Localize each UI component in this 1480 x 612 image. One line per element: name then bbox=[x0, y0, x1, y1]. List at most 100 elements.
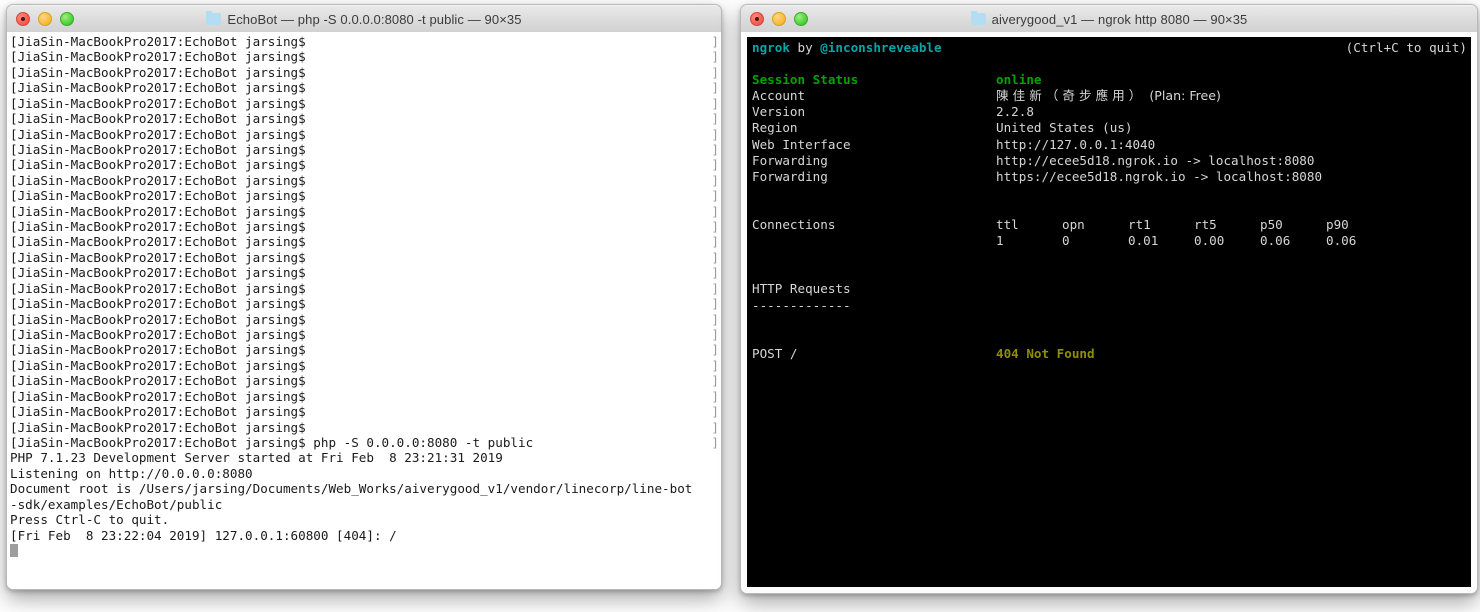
zoom-button[interactable] bbox=[60, 12, 74, 26]
minimize-button[interactable] bbox=[38, 12, 52, 26]
wrap-marker: ] bbox=[711, 280, 719, 296]
http-request-method-path: POST / bbox=[752, 345, 798, 361]
wrap-marker: ] bbox=[711, 265, 719, 281]
wrap-marker: ] bbox=[711, 111, 719, 127]
ngrok-status-label: Web Interface bbox=[752, 136, 851, 152]
terminal-output-line: [Fri Feb 8 23:22:04 2019] 127.0.0.1:6080… bbox=[10, 528, 721, 543]
wrap-marker: ] bbox=[711, 203, 719, 219]
window-title-echobot: EchoBot — php -S 0.0.0.0:8080 -t public … bbox=[227, 11, 522, 27]
connections-value: 0.06 bbox=[1260, 233, 1291, 249]
terminal-line-text: [JiaSin-MacBookPro2017:EchoBot jarsing$ bbox=[10, 373, 306, 389]
http-request-entry: POST / 404 Not Found bbox=[752, 346, 1471, 362]
wrap-marker: ] bbox=[711, 357, 719, 373]
connections-column-header: p90 bbox=[1326, 217, 1349, 233]
folder-icon bbox=[970, 11, 986, 25]
connections-value: 0.00 bbox=[1194, 233, 1225, 249]
terminal-line-text: [JiaSin-MacBookPro2017:EchoBot jarsing$ bbox=[10, 126, 306, 142]
http-requests-heading: HTTP Requests bbox=[752, 281, 1471, 297]
ngrok-status-label: Region bbox=[752, 120, 798, 136]
terminal-prompt-line: [JiaSin-MacBookPro2017:EchoBot jarsing$] bbox=[10, 49, 721, 64]
connections-column-header: rt5 bbox=[1194, 217, 1217, 233]
wrap-marker: ] bbox=[711, 64, 719, 80]
wrap-marker: ] bbox=[711, 249, 719, 265]
terminal-prompt-line: [JiaSin-MacBookPro2017:EchoBot jarsing$] bbox=[10, 188, 721, 203]
terminal-output-line: Listening on http://0.0.0.0:8080 bbox=[10, 466, 721, 481]
terminal-line-text: [JiaSin-MacBookPro2017:EchoBot jarsing$ bbox=[10, 188, 306, 204]
terminal-output-line: Press Ctrl-C to quit. bbox=[10, 512, 721, 527]
window-controls-echobot[interactable] bbox=[16, 12, 74, 26]
terminal-prompt-line: [JiaSin-MacBookPro2017:EchoBot jarsing$] bbox=[10, 250, 721, 265]
ngrok-status-value: 陳 佳 新 （ 奇 步 應 用 ） (Plan: Free) bbox=[996, 88, 1221, 104]
ngrok-status-row: Version 2.2.8 bbox=[752, 104, 1471, 120]
zoom-button[interactable] bbox=[794, 12, 808, 26]
ngrok-header: ngrok by @inconshreveable (Ctrl+C to quit… bbox=[752, 40, 1471, 56]
terminal-output-ngrok[interactable]: ngrok by @inconshreveable (Ctrl+C to quit… bbox=[747, 37, 1471, 587]
terminal-window-ngrok[interactable]: aiverygood_v1 — ngrok http 8080 — 90×35 … bbox=[740, 4, 1478, 594]
minimize-button[interactable] bbox=[772, 12, 786, 26]
terminal-line-text: [JiaSin-MacBookPro2017:EchoBot jarsing$ bbox=[10, 157, 306, 173]
terminal-line-text: [JiaSin-MacBookPro2017:EchoBot jarsing$ bbox=[10, 249, 306, 265]
connections-value: 1 bbox=[996, 233, 1004, 249]
titlebar-ngrok[interactable]: aiverygood_v1 — ngrok http 8080 — 90×35 bbox=[741, 5, 1477, 33]
close-button[interactable] bbox=[16, 12, 30, 26]
wrap-marker: ] bbox=[711, 49, 719, 65]
terminal-window-echobot[interactable]: EchoBot — php -S 0.0.0.0:8080 -t public … bbox=[6, 4, 722, 590]
quit-hint: (Ctrl+C to quit) bbox=[1345, 40, 1467, 55]
wrap-marker: ] bbox=[711, 126, 719, 142]
wrap-marker: ] bbox=[711, 388, 719, 404]
terminal-line-text: [JiaSin-MacBookPro2017:EchoBot jarsing$ bbox=[10, 342, 306, 358]
wrap-marker: ] bbox=[711, 327, 719, 343]
terminal-line-text: [JiaSin-MacBookPro2017:EchoBot jarsing$ bbox=[10, 111, 306, 127]
terminal-prompt-line: [JiaSin-MacBookPro2017:EchoBot jarsing$] bbox=[10, 157, 721, 172]
wrap-marker: ] bbox=[711, 141, 719, 157]
terminal-prompt-line: [JiaSin-MacBookPro2017:EchoBot jarsing$] bbox=[10, 173, 721, 188]
ngrok-status-row: Forwarding http://ecee5d18.ngrok.io -> lo… bbox=[752, 153, 1471, 169]
http-requests-underline: ------------- bbox=[752, 298, 1471, 314]
terminal-line-text: [JiaSin-MacBookPro2017:EchoBot jarsing$ bbox=[10, 95, 306, 111]
terminal-cursor-line bbox=[10, 543, 721, 558]
terminal-output-echobot[interactable]: [JiaSin-MacBookPro2017:EchoBot jarsing$]… bbox=[7, 32, 721, 589]
wrap-marker: ] bbox=[711, 373, 719, 389]
titlebar-echobot[interactable]: EchoBot — php -S 0.0.0.0:8080 -t public … bbox=[7, 5, 721, 33]
connections-column-header: rt1 bbox=[1128, 217, 1151, 233]
http-requests-underline-text: ------------- bbox=[752, 297, 851, 313]
ngrok-status-value: http://127.0.0.1:4040 bbox=[996, 136, 1156, 152]
terminal-line-text: [JiaSin-MacBookPro2017:EchoBot jarsing$ bbox=[10, 203, 306, 219]
wrap-marker: ] bbox=[711, 404, 719, 420]
http-requests-label: HTTP Requests bbox=[752, 281, 851, 297]
terminal-prompt-line: [JiaSin-MacBookPro2017:EchoBot jarsing$] bbox=[10, 80, 721, 95]
terminal-line-text: [JiaSin-MacBookPro2017:EchoBot jarsing$ bbox=[10, 296, 306, 312]
terminal-line-text: [JiaSin-MacBookPro2017:EchoBot jarsing$ bbox=[10, 327, 306, 343]
connections-values-row: 1 0 0.01 0.00 0.06 0.06 bbox=[752, 233, 1471, 249]
terminal-prompt-line: [JiaSin-MacBookPro2017:EchoBot jarsing$] bbox=[10, 219, 721, 234]
wrap-marker: ] bbox=[711, 34, 719, 49]
terminal-line-text: [JiaSin-MacBookPro2017:EchoBot jarsing$ bbox=[10, 234, 306, 250]
wrap-marker: ] bbox=[711, 296, 719, 312]
cursor-block bbox=[10, 543, 18, 557]
wrap-marker: ] bbox=[711, 219, 719, 235]
window-title-echobot-wrap: EchoBot — php -S 0.0.0.0:8080 -t public … bbox=[7, 11, 721, 27]
terminal-output-line: Document root is /Users/jarsing/Document… bbox=[10, 481, 721, 496]
terminal-prompt-line: [JiaSin-MacBookPro2017:EchoBot jarsing$] bbox=[10, 65, 721, 80]
ngrok-status-row: Web Interface http://127.0.0.1:4040 bbox=[752, 137, 1471, 153]
terminal-prompt-line: [JiaSin-MacBookPro2017:EchoBot jarsing$] bbox=[10, 342, 721, 357]
terminal-line-text: PHP 7.1.23 Development Server started at… bbox=[10, 450, 503, 466]
connections-value: 0.06 bbox=[1326, 233, 1357, 249]
ngrok-by-text: by bbox=[789, 40, 821, 55]
terminal-prompt-line: [JiaSin-MacBookPro2017:EchoBot jarsing$] bbox=[10, 265, 721, 280]
wrap-marker: ] bbox=[711, 95, 719, 111]
terminal-output-line: -sdk/examples/EchoBot/public bbox=[10, 497, 721, 512]
terminal-prompt-line: [JiaSin-MacBookPro2017:EchoBot jarsing$] bbox=[10, 327, 721, 342]
ngrok-author: @inconshreveable bbox=[820, 40, 942, 55]
window-controls-ngrok[interactable] bbox=[750, 12, 808, 26]
ngrok-status-row: Account 陳 佳 新 （ 奇 步 應 用 ） (Plan: Free) bbox=[752, 88, 1471, 104]
terminal-frame-ngrok: ngrok by @inconshreveable (Ctrl+C to quit… bbox=[741, 32, 1477, 593]
terminal-prompt-line: [JiaSin-MacBookPro2017:EchoBot jarsing$] bbox=[10, 373, 721, 388]
close-button[interactable] bbox=[750, 12, 764, 26]
wrap-marker: ] bbox=[711, 188, 719, 204]
terminal-line-text: [JiaSin-MacBookPro2017:EchoBot jarsing$ bbox=[10, 357, 306, 373]
terminal-prompt-line: [JiaSin-MacBookPro2017:EchoBot jarsing$] bbox=[10, 96, 721, 111]
